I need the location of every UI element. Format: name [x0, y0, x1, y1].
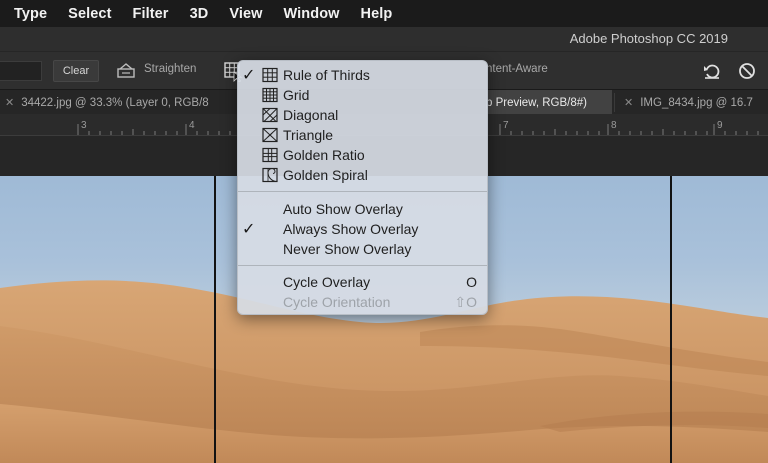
- menu-item-label: Always Show Overlay: [283, 221, 419, 237]
- overlay-options-menu: ✓ Rule of Thirds Grid Diagonal Triangle: [237, 60, 488, 315]
- menu-item-label: Rule of Thirds: [283, 67, 370, 83]
- menu-item-auto-show-overlay[interactable]: Auto Show Overlay: [238, 199, 487, 219]
- menu-item-label: Never Show Overlay: [283, 241, 412, 257]
- menu-item-diagonal[interactable]: Diagonal: [238, 105, 487, 125]
- straighten-label[interactable]: Straighten: [144, 63, 196, 75]
- menu-3d[interactable]: 3D: [190, 6, 209, 22]
- menu-item-label: Diagonal: [283, 107, 339, 123]
- grid-icon: [262, 87, 278, 103]
- straighten-icon[interactable]: [116, 62, 136, 80]
- menu-item-label: Golden Ratio: [283, 147, 365, 163]
- menu-item-label: Golden Spiral: [283, 167, 368, 183]
- diagonal-icon: [262, 107, 278, 123]
- content-aware-label[interactable]: ntent-Aware: [486, 63, 548, 75]
- menu-item-cycle-overlay[interactable]: Cycle Overlay O: [238, 272, 487, 292]
- close-tab-icon[interactable]: ✕: [624, 96, 633, 109]
- menu-separator: [238, 191, 487, 192]
- menu-separator: [238, 265, 487, 266]
- ruler-number: 4: [189, 120, 195, 131]
- menu-item-label: Cycle Overlay: [283, 274, 371, 290]
- rule-of-thirds-icon: [262, 67, 278, 83]
- menu-view[interactable]: View: [229, 6, 262, 22]
- tab-label: 34422.jpg @ 33.3% (Layer 0, RGB/8: [21, 96, 209, 109]
- menu-item-label: Cycle Orientation: [283, 294, 391, 310]
- menu-item-cycle-orientation: Cycle Orientation ⇧O: [238, 292, 487, 312]
- tab-divider: [614, 93, 615, 112]
- menu-item-always-show-overlay[interactable]: ✓ Always Show Overlay: [238, 219, 487, 239]
- ruler-number: 8: [611, 120, 617, 131]
- tab-img-8434[interactable]: ✕ IMG_8434.jpg @ 16.7: [624, 90, 768, 115]
- checkmark-icon: ✓: [242, 221, 256, 238]
- menu-item-label: Grid: [283, 87, 310, 103]
- menu-help[interactable]: Help: [361, 6, 393, 22]
- golden-ratio-icon: [262, 147, 278, 163]
- close-tab-icon[interactable]: ✕: [5, 96, 14, 109]
- tab-label: IMG_8434.jpg @ 16.7: [640, 96, 753, 109]
- triangle-icon: [262, 127, 278, 143]
- menu-item-triangle[interactable]: Triangle: [238, 125, 487, 145]
- menu-item-never-show-overlay[interactable]: Never Show Overlay: [238, 239, 487, 259]
- checkmark-icon: ✓: [242, 67, 256, 84]
- menu-filter[interactable]: Filter: [133, 6, 169, 22]
- menu-item-golden-spiral[interactable]: Golden Spiral: [238, 165, 487, 185]
- cancel-icon[interactable]: [737, 61, 757, 81]
- shortcut-label: ⇧O: [454, 294, 477, 310]
- menu-select[interactable]: Select: [68, 6, 111, 22]
- ruler-number: 7: [503, 120, 509, 131]
- title-bar: Adobe Photoshop CC 2019: [0, 27, 768, 51]
- tab-34422[interactable]: ✕ 34422.jpg @ 33.3% (Layer 0, RGB/8: [5, 90, 235, 115]
- thirds-guide-line: [670, 176, 672, 463]
- menu-item-golden-ratio[interactable]: Golden Ratio: [238, 145, 487, 165]
- ruler-number: 3: [81, 120, 87, 131]
- menu-item-label: Triangle: [283, 127, 334, 143]
- app-title: Adobe Photoshop CC 2019: [569, 31, 728, 46]
- shortcut-label: O: [466, 274, 477, 290]
- ruler-number: 9: [717, 120, 723, 131]
- menu-item-rule-of-thirds[interactable]: ✓ Rule of Thirds: [238, 65, 487, 85]
- menu-type[interactable]: Type: [14, 6, 47, 22]
- ratio-input[interactable]: [0, 61, 42, 81]
- golden-spiral-icon: [262, 167, 278, 183]
- menu-item-grid[interactable]: Grid: [238, 85, 487, 105]
- tab-crop-preview[interactable]: p Preview, RGB/8#): [486, 90, 612, 115]
- menu-bar: Type Select Filter 3D View Window Help: [0, 0, 768, 27]
- menu-window[interactable]: Window: [284, 6, 340, 22]
- reset-icon[interactable]: [702, 62, 722, 80]
- thirds-guide-line: [214, 176, 216, 463]
- menu-item-label: Auto Show Overlay: [283, 201, 403, 217]
- clear-button[interactable]: Clear: [53, 60, 99, 82]
- tab-label: p Preview, RGB/8#): [486, 96, 587, 109]
